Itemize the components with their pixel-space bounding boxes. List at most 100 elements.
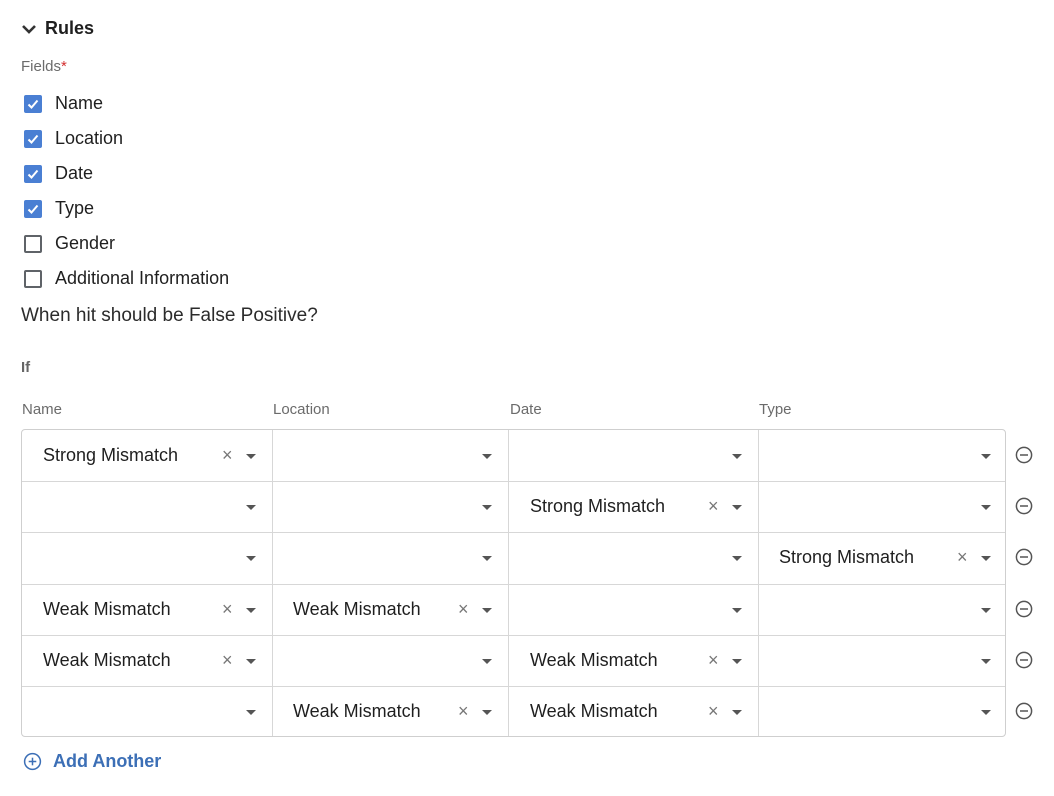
caret-down-icon[interactable] (246, 608, 256, 613)
field-checkbox[interactable] (24, 199, 42, 218)
rule-select-location[interactable] (272, 635, 508, 686)
clear-x-icon[interactable]: × (222, 446, 233, 464)
clear-x-icon[interactable]: × (708, 651, 719, 669)
selected-value: Strong Mismatch (779, 547, 915, 567)
rule-select-date[interactable] (508, 584, 758, 635)
rule-select-location[interactable] (272, 532, 508, 584)
minus-circle-icon[interactable] (1015, 600, 1033, 618)
rule-select-date[interactable] (508, 430, 758, 481)
rule-select-type[interactable]: Strong Mismatch × (758, 532, 1005, 584)
clear-x-icon[interactable]: × (957, 548, 968, 566)
field-checkbox[interactable] (24, 269, 42, 288)
field-option-label: Name (55, 93, 104, 113)
rule-select-date[interactable]: Strong Mismatch × (508, 481, 758, 532)
caret-down-icon[interactable] (732, 505, 742, 510)
rule-select-location[interactable]: Weak Mismatch × (272, 584, 508, 635)
field-option-label: Location (55, 128, 124, 148)
caret-down-icon[interactable] (482, 454, 492, 459)
required-marker: * (61, 58, 67, 75)
selected-value: Weak Mismatch (43, 599, 171, 619)
field-checkbox[interactable] (24, 234, 42, 253)
caret-down-icon[interactable] (246, 659, 256, 664)
caret-down-icon[interactable] (246, 454, 256, 459)
clear-x-icon[interactable]: × (222, 600, 233, 618)
caret-down-icon[interactable] (981, 710, 991, 715)
check-icon (27, 99, 39, 109)
field-option[interactable]: Type (24, 191, 229, 226)
rules-section-header[interactable]: Rules (21, 18, 94, 39)
fields-label: Fields* (21, 58, 67, 75)
field-option[interactable]: Location (24, 121, 229, 156)
clear-x-icon[interactable]: × (222, 651, 233, 669)
column-header-date: Date (510, 401, 542, 418)
clear-x-icon[interactable]: × (708, 702, 719, 720)
rule-select-location[interactable] (272, 481, 508, 532)
check-icon (27, 204, 39, 214)
field-option[interactable]: Gender (24, 226, 229, 261)
check-icon (27, 169, 39, 179)
rule-select-name[interactable]: Weak Mismatch × (22, 635, 272, 686)
add-another-label[interactable]: Add Another (53, 751, 161, 772)
caret-down-icon[interactable] (732, 608, 742, 613)
rule-select-type[interactable] (758, 635, 1005, 686)
rule-select-type[interactable] (758, 481, 1005, 532)
chevron-down-icon[interactable] (21, 21, 37, 37)
field-checkbox[interactable] (24, 129, 42, 148)
rule-select-date[interactable]: Weak Mismatch × (508, 686, 758, 736)
caret-down-icon[interactable] (246, 556, 256, 561)
rule-select-type[interactable] (758, 686, 1005, 736)
caret-down-icon[interactable] (981, 556, 991, 561)
caret-down-icon[interactable] (981, 505, 991, 510)
rule-select-name[interactable] (22, 686, 272, 736)
rule-select-name[interactable] (22, 532, 272, 584)
minus-circle-icon[interactable] (1015, 548, 1033, 566)
field-checkbox[interactable] (24, 164, 42, 183)
field-checkbox[interactable] (24, 94, 42, 113)
caret-down-icon[interactable] (246, 505, 256, 510)
rule-select-name[interactable] (22, 481, 272, 532)
caret-down-icon[interactable] (732, 454, 742, 459)
field-option[interactable]: Name (24, 86, 229, 121)
minus-circle-icon[interactable] (1015, 651, 1033, 669)
caret-down-icon[interactable] (482, 710, 492, 715)
rule-select-date[interactable] (508, 532, 758, 584)
selected-value: Weak Mismatch (530, 701, 658, 721)
rule-select-type[interactable] (758, 584, 1005, 635)
minus-circle-icon[interactable] (1015, 497, 1033, 515)
add-another-button[interactable]: Add Another (23, 751, 161, 772)
caret-down-icon[interactable] (732, 556, 742, 561)
column-header-type: Type (759, 401, 792, 418)
caret-down-icon[interactable] (981, 659, 991, 664)
caret-down-icon[interactable] (482, 505, 492, 510)
check-icon (27, 134, 39, 144)
minus-circle-icon[interactable] (1015, 446, 1033, 464)
rule-select-date[interactable]: Weak Mismatch × (508, 635, 758, 686)
rule-select-location[interactable]: Weak Mismatch × (272, 686, 508, 736)
caret-down-icon[interactable] (732, 659, 742, 664)
clear-x-icon[interactable]: × (458, 702, 469, 720)
rule-select-name[interactable]: Weak Mismatch × (22, 584, 272, 635)
rule-select-type[interactable] (758, 430, 1005, 481)
selected-value: Weak Mismatch (293, 599, 421, 619)
caret-down-icon[interactable] (732, 710, 742, 715)
column-header-name: Name (22, 401, 63, 418)
selected-value: Weak Mismatch (293, 701, 421, 721)
caret-down-icon[interactable] (482, 608, 492, 613)
selected-value: Strong Mismatch (43, 445, 179, 465)
minus-circle-icon[interactable] (1015, 702, 1033, 720)
clear-x-icon[interactable]: × (708, 497, 719, 515)
field-option[interactable]: Date (24, 156, 229, 191)
plus-circle-icon[interactable] (23, 752, 42, 771)
caret-down-icon[interactable] (246, 710, 256, 715)
caret-down-icon[interactable] (981, 608, 991, 613)
clear-x-icon[interactable]: × (458, 600, 469, 618)
caret-down-icon[interactable] (482, 659, 492, 664)
selected-value: Weak Mismatch (43, 650, 171, 670)
field-option-label: Type (55, 198, 95, 218)
selected-value: Weak Mismatch (530, 650, 658, 670)
field-option[interactable]: Additional Information (24, 261, 229, 296)
rule-select-name[interactable]: Strong Mismatch × (22, 430, 272, 481)
caret-down-icon[interactable] (482, 556, 492, 561)
rule-select-location[interactable] (272, 430, 508, 481)
caret-down-icon[interactable] (981, 454, 991, 459)
